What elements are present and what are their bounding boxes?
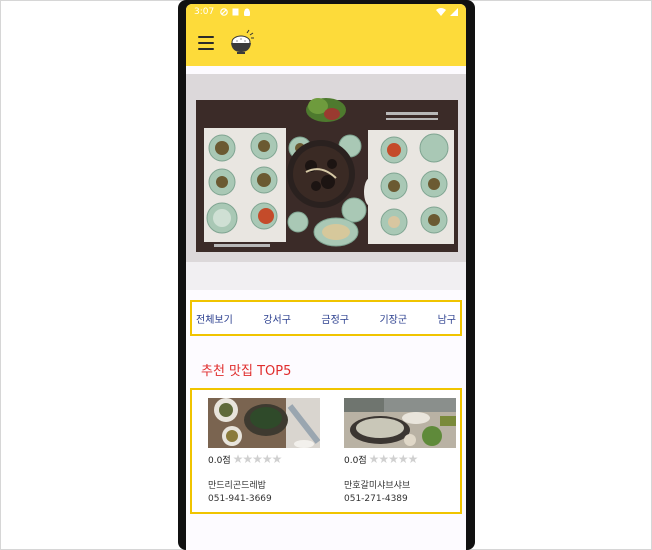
status-system-icons <box>436 8 458 16</box>
tab-nam[interactable]: 남구 <box>438 311 456 326</box>
status-bar: 3:07 <box>186 4 466 20</box>
hamburger-menu-icon[interactable] <box>198 36 214 50</box>
status-time: 3:07 <box>194 7 215 17</box>
star-rating-icon: ★★★★★ <box>368 452 419 466</box>
wifi-icon <box>436 8 446 16</box>
hero-bottom-strip <box>186 262 466 290</box>
restaurant-photo <box>208 398 320 448</box>
top5-restaurant-list: 0.0점 ★★★★★ 만드리곤드레밥 051-941-3669 0.0점 ★★★… <box>190 388 462 514</box>
restaurant-photo <box>344 398 456 448</box>
district-tab-bar: 전체보기 강서구 금정구 기장군 남구 <box>190 300 462 336</box>
restaurant-phone: 051-941-3669 <box>208 494 272 504</box>
app-screen: 3:07 전체보기 강서구 금정구 기장군 남구 추천 맛집 TOP5 0.0점… <box>186 4 466 550</box>
sim-icon <box>232 8 239 16</box>
dnd-icon <box>220 8 229 16</box>
tab-all[interactable]: 전체보기 <box>196 311 233 326</box>
korean-table-photo <box>186 74 466 262</box>
restaurant-card[interactable]: 0.0점 ★★★★★ 만드리곤드레밥 051-941-3669 <box>208 398 320 504</box>
status-notification-icons <box>220 8 251 16</box>
restaurant-name: 만호갈미샤브샤브 <box>344 481 411 491</box>
rating-score: 0.0점 <box>344 455 367 466</box>
restaurant-name: 만드리곤드레밥 <box>208 481 266 491</box>
restaurant-card[interactable]: 0.0점 ★★★★★ 만호갈미샤브샤브 051-271-4389 <box>344 398 456 504</box>
rating-row: 0.0점 ★★★★★ <box>344 452 456 466</box>
star-rating-icon: ★★★★★ <box>232 452 283 466</box>
rating-score: 0.0점 <box>208 455 231 466</box>
restaurant-phone: 051-271-4389 <box>344 494 408 504</box>
hero-food-image <box>186 74 466 262</box>
rating-row: 0.0점 ★★★★★ <box>208 452 320 466</box>
phone-frame: 3:07 전체보기 강서구 금정구 기장군 남구 추천 맛집 TOP5 0.0점… <box>178 0 475 550</box>
app-bar <box>186 20 466 66</box>
tab-gangseo[interactable]: 강서구 <box>263 311 291 326</box>
tab-gijang[interactable]: 기장군 <box>379 311 407 326</box>
tab-geumjeong[interactable]: 금정구 <box>321 311 349 326</box>
android-icon <box>244 8 251 16</box>
signal-icon <box>450 8 458 16</box>
rice-bowl-logo-icon <box>231 29 254 54</box>
section-title: 추천 맛집 TOP5 <box>201 364 292 379</box>
